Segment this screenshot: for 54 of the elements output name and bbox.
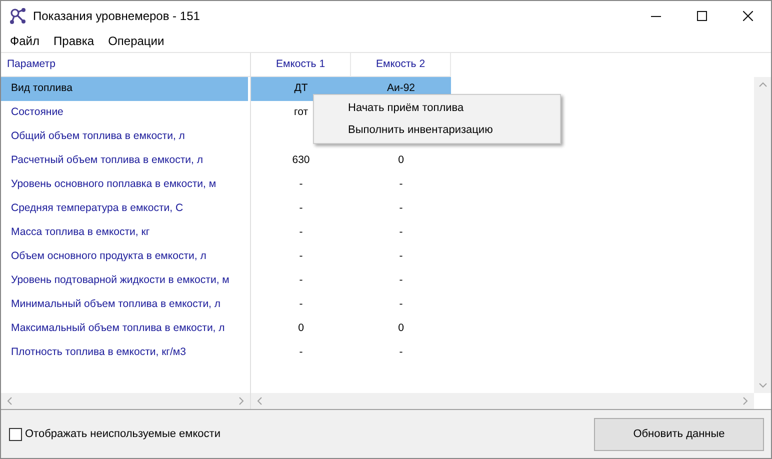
table-cell[interactable]: Масса топлива в емкости, кг [1,221,250,245]
scroll-down-icon[interactable] [758,383,766,388]
table-cell-text: - [299,345,303,360]
table-cell[interactable]: Максимальный объем топлива в емкости, л [1,317,250,341]
refresh-button[interactable]: Обновить данные [594,418,764,450]
table-cell-text: 0 [398,153,404,168]
table-cell-text: - [299,249,303,264]
app-icon [9,7,27,25]
scroll-up-icon[interactable] [758,82,766,87]
table-cell[interactable]: Уровень основного поплавка в емкости, м [1,173,250,197]
table-cell[interactable]: Расчетный объем топлива в емкости, л [1,149,250,173]
scroll-left-icon[interactable] [7,397,12,405]
table-cell[interactable]: Вид топлива [1,77,250,101]
scroll-left-icon[interactable] [257,397,262,405]
table-cell-text: 0 [398,321,404,336]
checkbox[interactable] [9,428,22,440]
table-cell-text: Аи-92 [386,81,416,96]
column-header[interactable]: Емкость 2 [351,53,451,77]
context-menu-item[interactable]: Начать приём топлива [314,97,560,119]
menu-item[interactable]: Файл [3,32,47,50]
table-cell-text: - [299,201,303,216]
window-title: Показания уровнемеров - 151 [33,8,200,25]
table-cell-text: - [299,297,303,312]
table-cell-text: - [399,201,403,216]
table-cell-text: ДТ [294,81,308,96]
column-header[interactable]: Емкость 1 [251,53,351,77]
close-icon [743,11,753,21]
table-cell-text: - [399,225,403,240]
table-cell-text: - [299,225,303,240]
table-cell-text: гот [294,105,308,120]
table-cell[interactable]: Средняя температура в емкости, С [1,197,250,221]
context-menu-item[interactable]: Выполнить инвентаризацию [314,119,560,141]
table-cell-text: - [399,249,403,264]
table-cell-text: - [399,345,403,360]
table-cell[interactable]: Состояние [1,101,250,125]
scroll-right-icon[interactable] [743,397,748,405]
vertical-scrollbar[interactable] [754,77,771,393]
checkbox-label: Отображать неиспользуемые емкости [25,426,220,442]
table-cell-text: - [299,177,303,192]
scroll-right-icon[interactable] [239,397,244,405]
table-cell-text: 630 [292,153,310,168]
table-cell[interactable]: Плотность топлива в емкости, кг/м3 [1,341,250,365]
menu-item[interactable]: Правка [46,32,102,50]
table-cell-text: - [399,297,403,312]
table-cell[interactable]: Минимальный объем топлива в емкости, л [1,293,250,317]
menu-item[interactable]: Операции [101,32,172,50]
table-cell-text: - [399,273,403,288]
table-cell-text: - [399,177,403,192]
table-cell-text: - [299,273,303,288]
table-cell[interactable]: Объем основного продукта в емкости, л [1,245,250,269]
maximize-icon [697,11,707,21]
table-cell[interactable]: Уровень подтоварной жидкости в емкости, м [1,269,250,293]
table-cell-text: 0 [298,321,304,336]
table-cell[interactable]: Общий объем топлива в емкости, л [1,125,250,149]
